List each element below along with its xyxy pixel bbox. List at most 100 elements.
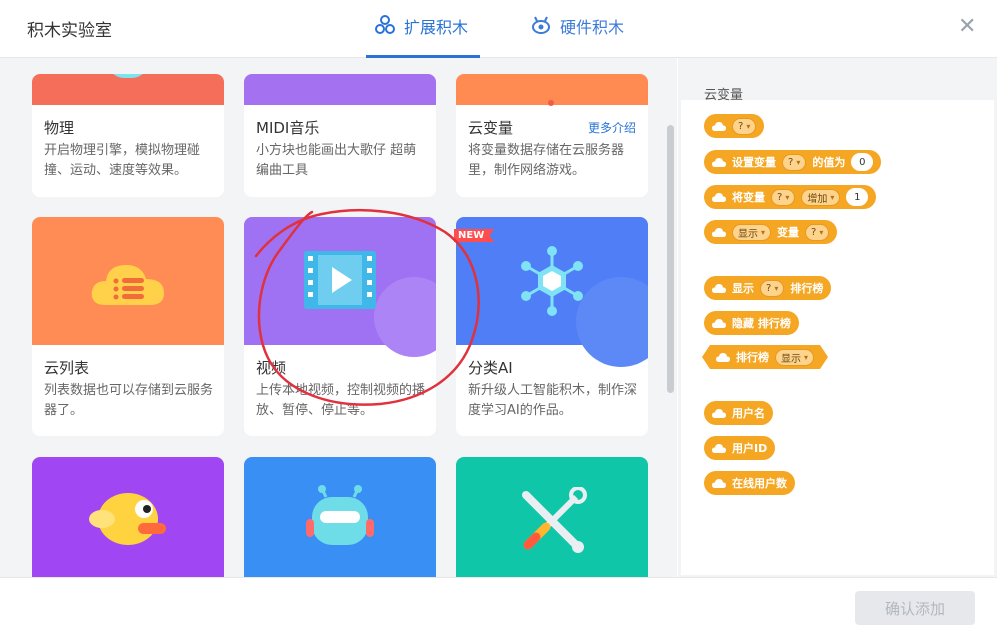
cloud-icon bbox=[712, 408, 726, 418]
dialog-header: 积木实验室 扩展积木 硬件积木 ✕ bbox=[0, 0, 997, 58]
card-description: 将变量数据存储在云服务器里，制作网络游戏。 bbox=[468, 143, 625, 178]
block-label: 变量 bbox=[777, 226, 800, 239]
tab-extension-label: 扩展积木 bbox=[404, 18, 469, 37]
card-banner bbox=[244, 457, 436, 577]
tools-wrench-icon bbox=[522, 487, 587, 553]
block-label: 排行榜 bbox=[736, 351, 769, 364]
block-online-users[interactable]: 在线用户数 bbox=[704, 471, 795, 495]
block-set-variable[interactable]: 设置变量 ? ▾ 的值为 0 bbox=[704, 150, 882, 174]
dropdown-value: ? bbox=[766, 282, 772, 294]
extension-blocks-icon bbox=[375, 15, 395, 34]
card-physics[interactable]: 物理 开启物理引擎，模拟物理碰撞、运动、速度等效果。 bbox=[32, 74, 224, 197]
card-cloud-variable[interactable]: 云变量 更多介绍 将变量数据存储在云服务器里，制作网络游戏。 bbox=[456, 74, 648, 197]
tab-extension-blocks[interactable]: 扩展积木 bbox=[366, 14, 480, 58]
chevron-down-icon: ▾ bbox=[746, 121, 751, 131]
new-badge: NEW bbox=[454, 229, 495, 242]
cloud-icon bbox=[712, 192, 726, 202]
dropdown-value: ? bbox=[788, 156, 794, 168]
value-input[interactable]: 0 bbox=[851, 153, 874, 171]
card-classify-ai[interactable]: 分类AI 新升级人工智能积木，制作深度学习AI的作品。 bbox=[456, 217, 648, 436]
block-label: 用户ID bbox=[732, 442, 768, 455]
dropdown-value: ? bbox=[811, 226, 817, 238]
chevron-down-icon: ▾ bbox=[774, 283, 779, 293]
block-user-id[interactable]: 用户ID bbox=[704, 436, 776, 460]
variable-dropdown[interactable]: ? ▾ bbox=[805, 223, 830, 241]
variable-dropdown[interactable]: ? ▾ bbox=[732, 117, 757, 135]
operation-dropdown[interactable]: 增加 ▾ bbox=[801, 188, 841, 206]
block-label: 设置变量 bbox=[732, 156, 776, 169]
close-icon[interactable]: ✕ bbox=[958, 14, 976, 39]
block-hide-leaderboard[interactable]: 隐藏 排行榜 bbox=[704, 311, 799, 335]
dropdown-value: 显示 bbox=[738, 228, 758, 240]
card-description: 新升级人工智能积木，制作深度学习AI的作品。 bbox=[468, 383, 638, 418]
block-leaderboard-boolean[interactable]: 排行榜 显示 ▾ bbox=[702, 345, 828, 369]
block-username[interactable]: 用户名 bbox=[704, 401, 773, 425]
dialog-title: 积木实验室 bbox=[27, 21, 112, 41]
preview-title: 云变量 bbox=[704, 88, 744, 103]
card-title: 物理 bbox=[44, 119, 75, 137]
block-show-variable[interactable]: 显示 ▾ 变量 ? ▾ bbox=[704, 220, 838, 244]
cloud-icon bbox=[712, 157, 726, 167]
tab-hardware-blocks[interactable]: 硬件积木 bbox=[530, 14, 624, 58]
show-hide-dropdown[interactable]: 显示 ▾ bbox=[732, 223, 772, 241]
card-video[interactable]: 视频 上传本地视频，控制视频的播放、暂停、停止等。 bbox=[244, 217, 436, 436]
cloud-icon bbox=[712, 443, 726, 453]
value-input[interactable]: 1 bbox=[846, 188, 869, 206]
robot-icon bbox=[306, 485, 374, 545]
show-hide-dropdown[interactable]: 显示 ▾ bbox=[775, 349, 814, 366]
card-title: 云变量 bbox=[468, 119, 514, 137]
block-label: 的值为 bbox=[812, 156, 846, 169]
card-description: 上传本地视频，控制视频的播放、暂停、停止等。 bbox=[256, 383, 426, 418]
card-midi-music[interactable]: MIDI音乐 小方块也能画出大歌仔 超萌编曲工具 bbox=[244, 74, 436, 197]
block-label: 在线用户数 bbox=[732, 477, 787, 490]
chevron-down-icon: ▾ bbox=[804, 352, 809, 362]
dropdown-value: ? bbox=[738, 120, 744, 132]
card-description: 列表数据也可以存储到云服务器了。 bbox=[44, 383, 214, 418]
card-title: 云列表 bbox=[44, 359, 90, 377]
cloud-icon bbox=[712, 283, 726, 293]
block-label: 将变量 bbox=[732, 191, 765, 204]
robot-hardware-icon bbox=[532, 16, 550, 34]
card-banner bbox=[244, 217, 436, 357]
block-label: 用户名 bbox=[732, 407, 765, 420]
card-banner bbox=[456, 74, 648, 106]
dropdown-value: 增加 bbox=[807, 193, 828, 205]
variable-dropdown[interactable]: ? ▾ bbox=[760, 279, 785, 297]
chevron-down-icon: ▾ bbox=[785, 192, 790, 202]
card-cloud-list[interactable]: 云列表 列表数据也可以存储到云服务器了。 bbox=[32, 217, 224, 436]
card-title: 分类AI bbox=[468, 359, 513, 377]
flappy-bird-icon bbox=[89, 493, 166, 545]
block-label: 排行榜 bbox=[790, 282, 824, 295]
chevron-down-icon: ▾ bbox=[761, 227, 766, 237]
extension-lab-dialog: 积木实验室 扩展积木 硬件积木 ✕ 物理 开启物理引擎，模拟物理碰撞、运动、速度… bbox=[0, 0, 997, 634]
video-play-icon bbox=[304, 251, 376, 309]
grid-scrollbar[interactable] bbox=[667, 125, 674, 393]
dropdown-value: ? bbox=[777, 191, 783, 203]
card-banner bbox=[32, 74, 224, 105]
block-show-leaderboard[interactable]: 显示 ? ▾ 排行榜 bbox=[704, 276, 832, 300]
card-robot[interactable] bbox=[244, 457, 436, 577]
cloud-icon bbox=[712, 227, 726, 237]
dropdown-value: 显示 bbox=[781, 353, 801, 365]
more-info-link[interactable]: 更多介绍 bbox=[588, 119, 636, 136]
card-description: 小方块也能画出大歌仔 超萌编曲工具 bbox=[256, 143, 417, 178]
card-description: 开启物理引擎，模拟物理碰撞、运动、速度等效果。 bbox=[44, 143, 201, 178]
block-label: 显示 bbox=[732, 282, 754, 295]
card-tools[interactable] bbox=[456, 457, 648, 577]
confirm-add-button[interactable]: 确认添加 bbox=[855, 591, 975, 625]
chevron-down-icon: ▾ bbox=[830, 192, 835, 202]
cloud-list-icon bbox=[91, 265, 164, 305]
card-banner bbox=[244, 74, 436, 105]
variable-dropdown[interactable]: ? ▾ bbox=[782, 153, 807, 171]
card-banner bbox=[32, 217, 224, 345]
variable-dropdown[interactable]: ? ▾ bbox=[771, 188, 796, 206]
card-banner bbox=[456, 457, 648, 577]
card-flappy-bird[interactable] bbox=[32, 457, 224, 577]
block-label: 隐藏 排行榜 bbox=[732, 317, 791, 330]
tab-hardware-label: 硬件积木 bbox=[560, 18, 625, 37]
chevron-down-icon: ▾ bbox=[796, 157, 801, 167]
cloud-icon bbox=[716, 352, 730, 363]
extension-card-grid[interactable]: 物理 开启物理引擎，模拟物理碰撞、运动、速度等效果。 MIDI音乐 小方块也能画… bbox=[0, 58, 677, 577]
block-variable-reporter[interactable]: ? ▾ bbox=[704, 114, 765, 138]
block-change-variable[interactable]: 将变量 ? ▾ 增加 ▾ 1 bbox=[704, 185, 877, 209]
